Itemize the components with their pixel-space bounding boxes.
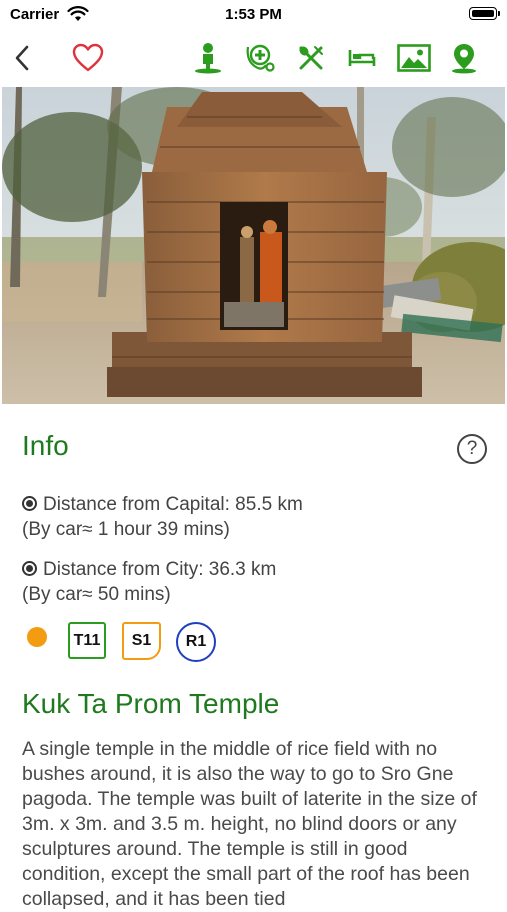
hotel-button[interactable] [346,36,378,80]
back-chevron-icon [15,45,29,71]
person-icon [195,43,221,74]
info-heading: Info [22,430,69,461]
badge-t11: T11 [68,622,106,659]
city-travel-time: (By car≈ 50 mins) [22,584,171,605]
status-bar: Carrier 1:53 PM [0,0,507,30]
capital-distance-row: Distance from Capital: 85.5 km [22,494,303,516]
place-description: A single temple in the middle of rice fi… [22,738,477,910]
back-button[interactable] [6,36,38,80]
radio-bullet-icon [22,561,37,576]
nav-bar [0,36,507,80]
radio-bullet-icon [22,496,37,511]
temple-photo [2,87,505,404]
city-distance: Distance from City: 36.3 km [43,559,277,580]
hotel-icon [348,50,376,66]
heart-icon [72,43,104,72]
map-button[interactable] [448,36,480,80]
help-button[interactable]: ? [457,434,487,464]
map-pin-icon [452,44,476,74]
health-button[interactable] [244,36,278,80]
badge-s1: S1 [122,622,161,660]
place-title: Kuk Ta Prom Temple [22,688,280,719]
hospital-icon [246,44,275,72]
capital-travel-time: (By car≈ 1 hour 39 mins) [22,519,230,540]
gallery-button[interactable] [396,36,432,80]
city-distance-row: Distance from City: 36.3 km [22,559,276,581]
badge-r1: R1 [176,622,216,662]
help-icon: ? [466,438,478,459]
restaurant-icon [299,46,323,70]
clock: 1:53 PM [225,6,282,23]
guide-button[interactable] [192,36,224,80]
battery-icon [469,7,500,20]
favorite-button[interactable] [70,36,106,80]
capital-distance: Distance from Capital: 85.5 km [43,494,303,515]
food-button[interactable] [296,36,326,80]
photo-gallery-icon [397,44,431,72]
orange-status-dot [27,627,47,647]
